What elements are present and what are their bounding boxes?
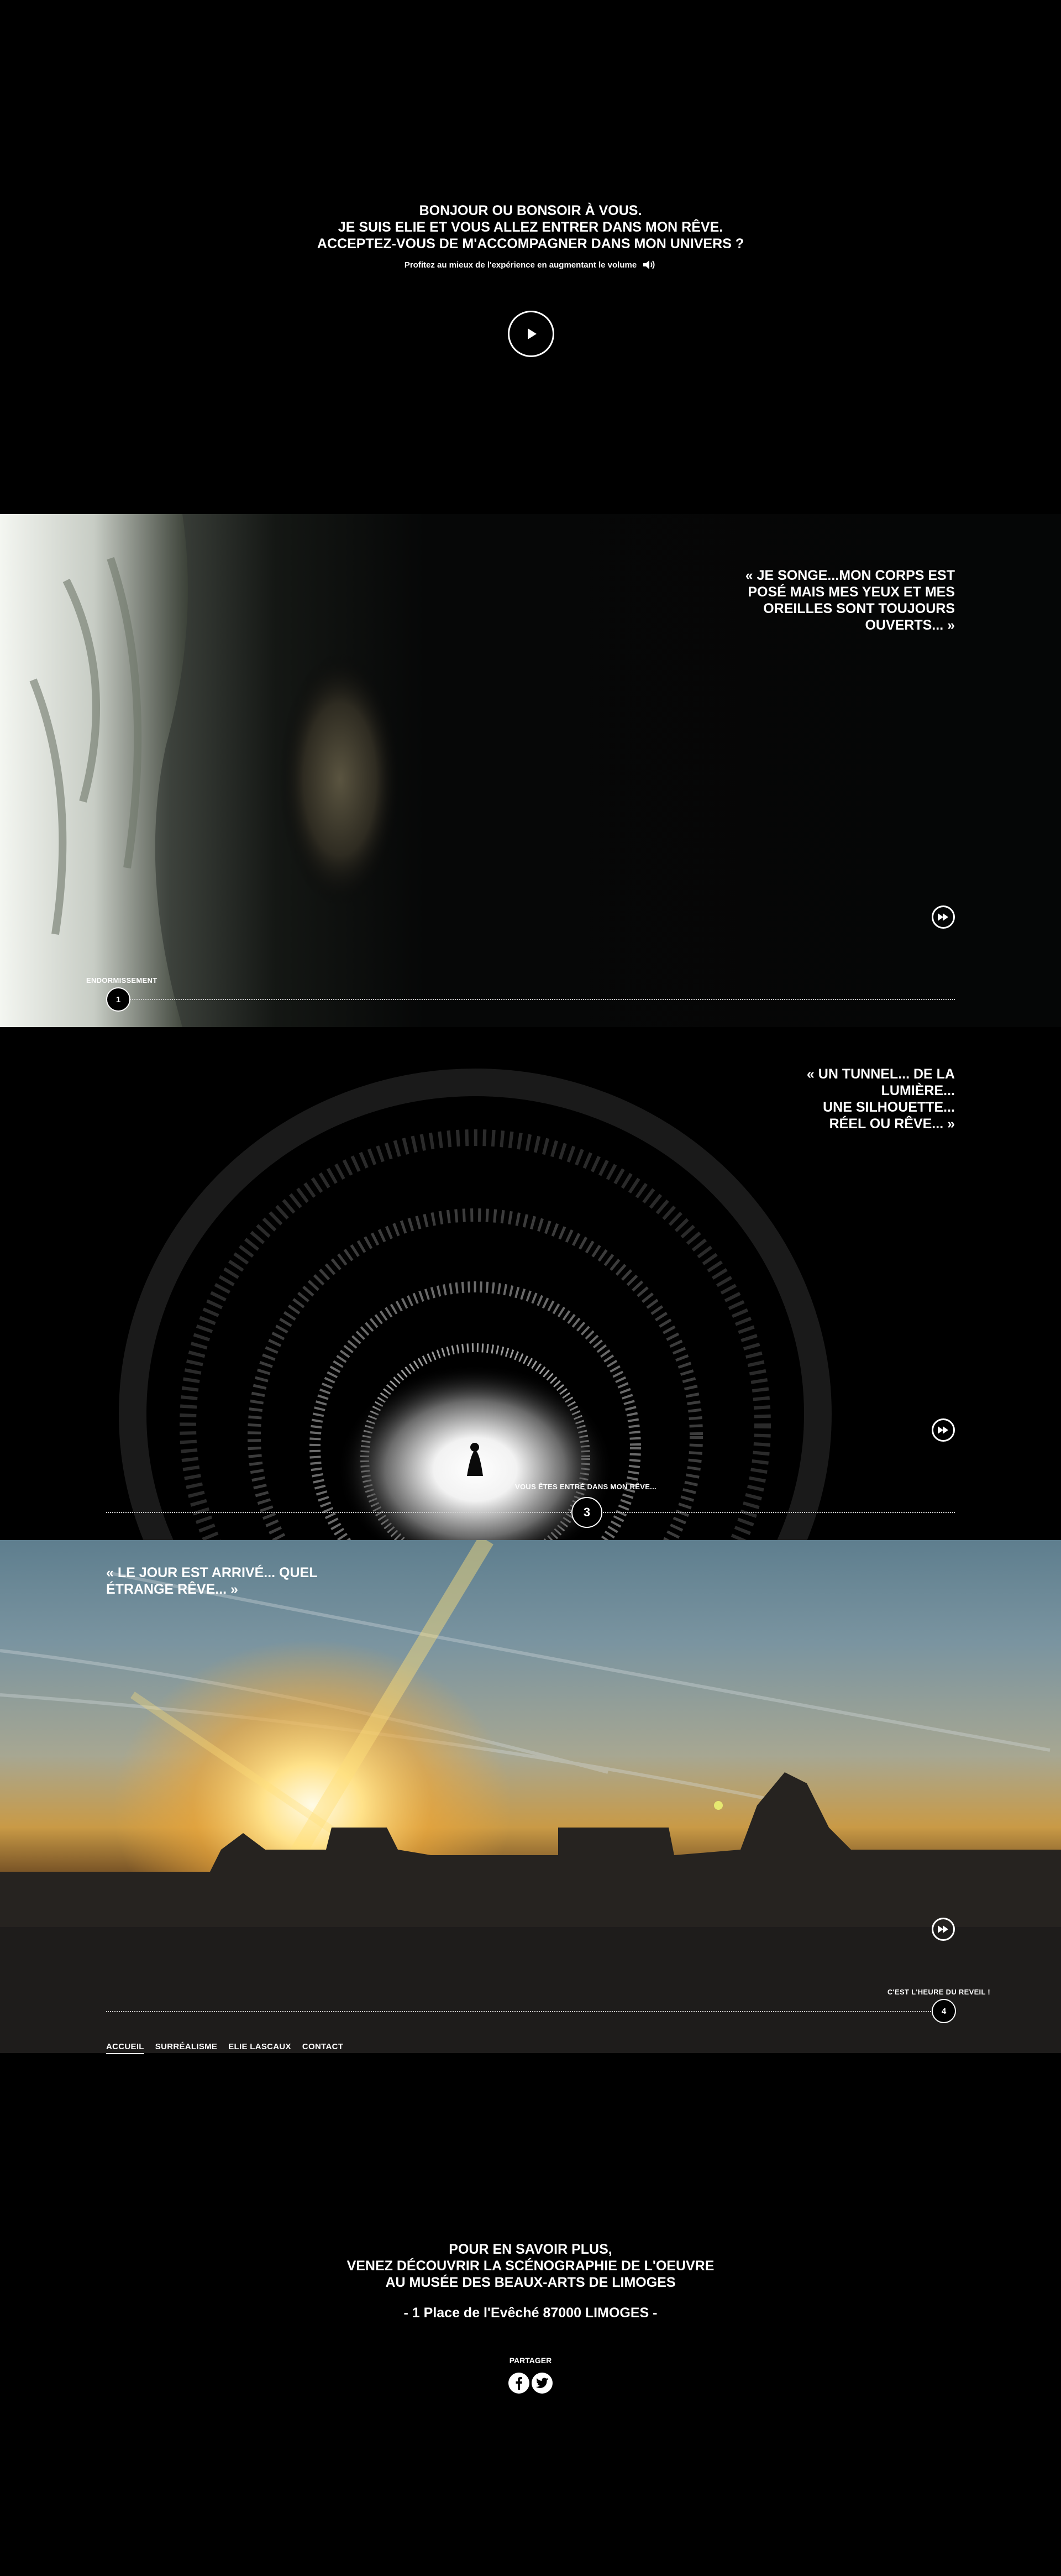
next-scene-button[interactable] xyxy=(932,1418,955,1442)
intro-line: BONJOUR OU BONSOIR À VOUS. xyxy=(419,203,642,218)
intro-heading: BONJOUR OU BONSOIR À VOUS. JE SUIS ELIE … xyxy=(0,202,1061,252)
fast-forward-icon xyxy=(938,1426,948,1434)
scene-3-quote: « LE JOUR EST ARRIVÉ... QUEL ÉTRANGE RÊV… xyxy=(106,1564,317,1598)
footer-line: AU MUSÉE DES BEAUX-ARTS DE LIMOGES xyxy=(385,2275,676,2290)
museum-address: - 1 Place de l'Evêché 87000 LIMOGES - xyxy=(403,2305,658,2321)
fast-forward-icon xyxy=(938,913,948,921)
scene-3-image xyxy=(0,1540,1061,2053)
step-label: C'EST L'HEURE DU REVEIL ! xyxy=(887,1988,990,1996)
quote-line: LUMIÈRE... xyxy=(881,1083,955,1098)
volume-hint-text: Profitez au mieux de l'expérience en aug… xyxy=(404,260,637,270)
footer-line: VENEZ DÉCOUVRIR LA SCÉNOGRAPHIE DE L'OEU… xyxy=(346,2258,715,2274)
step-marker[interactable]: 3 xyxy=(571,1497,602,1528)
quote-line: RÉEL OU RÊVE... » xyxy=(829,1116,955,1132)
next-scene-button[interactable] xyxy=(932,1918,955,1941)
quote-line: « UN TUNNEL... DE LA xyxy=(806,1066,955,1082)
step-marker[interactable]: 1 xyxy=(106,987,130,1012)
scene-1-quote: « JE SONGE...MON CORPS EST POSÉ MAIS MES… xyxy=(745,567,955,633)
quote-line: « JE SONGE...MON CORPS EST xyxy=(745,568,955,583)
twitter-icon[interactable] xyxy=(532,2373,553,2394)
fast-forward-icon xyxy=(938,1925,948,1933)
play-icon xyxy=(528,328,537,339)
quote-line: OUVERTS... » xyxy=(865,617,955,633)
footer-heading: POUR EN SAVOIR PLUS, VENEZ DÉCOUVRIR LA … xyxy=(0,2241,1061,2291)
footer-line: POUR EN SAVOIR PLUS, xyxy=(449,2242,612,2257)
share-icons xyxy=(0,2373,1061,2394)
scene-endormissement: « JE SONGE...MON CORPS EST POSÉ MAIS MES… xyxy=(0,514,1061,1027)
quote-line: ÉTRANGE RÊVE... » xyxy=(106,1582,238,1597)
scene-reveil: « LE JOUR EST ARRIVÉ... QUEL ÉTRANGE RÊV… xyxy=(0,1540,1061,2053)
quote-line: POSÉ MAIS MES YEUX ET MES xyxy=(748,584,955,600)
speaker-icon xyxy=(643,260,655,269)
timeline xyxy=(106,999,955,1000)
next-scene-button[interactable] xyxy=(932,905,955,929)
nav-item-contact[interactable]: CONTACT xyxy=(302,2042,343,2054)
nav-item-surrealisme[interactable]: SURRÉALISME xyxy=(155,2042,217,2054)
nav-item-accueil[interactable]: ACCUEIL xyxy=(106,2042,144,2054)
play-button[interactable] xyxy=(508,311,554,357)
volume-hint: Profitez au mieux de l'expérience en aug… xyxy=(0,259,1061,271)
quote-line: OREILLES SONT TOUJOURS xyxy=(763,601,955,616)
intro-section: BONJOUR OU BONSOIR À VOUS. JE SUIS ELIE … xyxy=(0,0,1061,514)
step-marker[interactable]: 4 xyxy=(932,1999,956,2023)
step-label: VOUS ÊTES ENTRÉ DANS MON RÊVE... xyxy=(515,1483,656,1491)
quote-line: « LE JOUR EST ARRIVÉ... QUEL xyxy=(106,1565,318,1580)
timeline xyxy=(106,1512,955,1513)
scene-tunnel: « UN TUNNEL... DE LA LUMIÈRE... UNE SILH… xyxy=(0,1027,1061,1540)
step-label: ENDORMISSEMENT xyxy=(86,976,157,985)
intro-line: ACCEPTEZ-VOUS DE M'ACCOMPAGNER DANS MON … xyxy=(317,236,744,252)
intro-line: JE SUIS ELIE ET VOUS ALLEZ ENTRER DANS M… xyxy=(338,219,723,235)
bottom-nav: ACCUEIL SURRÉALISME ELIE LASCAUX CONTACT xyxy=(106,2042,343,2054)
timeline xyxy=(106,2011,955,2012)
nav-item-elie-lascaux[interactable]: ELIE LASCAUX xyxy=(228,2042,291,2054)
share-label: PARTAGER xyxy=(509,2356,552,2365)
quote-line: UNE SILHOUETTE... xyxy=(823,1099,955,1115)
facebook-icon[interactable] xyxy=(508,2373,529,2394)
scene-2-quote: « UN TUNNEL... DE LA LUMIÈRE... UNE SILH… xyxy=(807,1066,955,1132)
